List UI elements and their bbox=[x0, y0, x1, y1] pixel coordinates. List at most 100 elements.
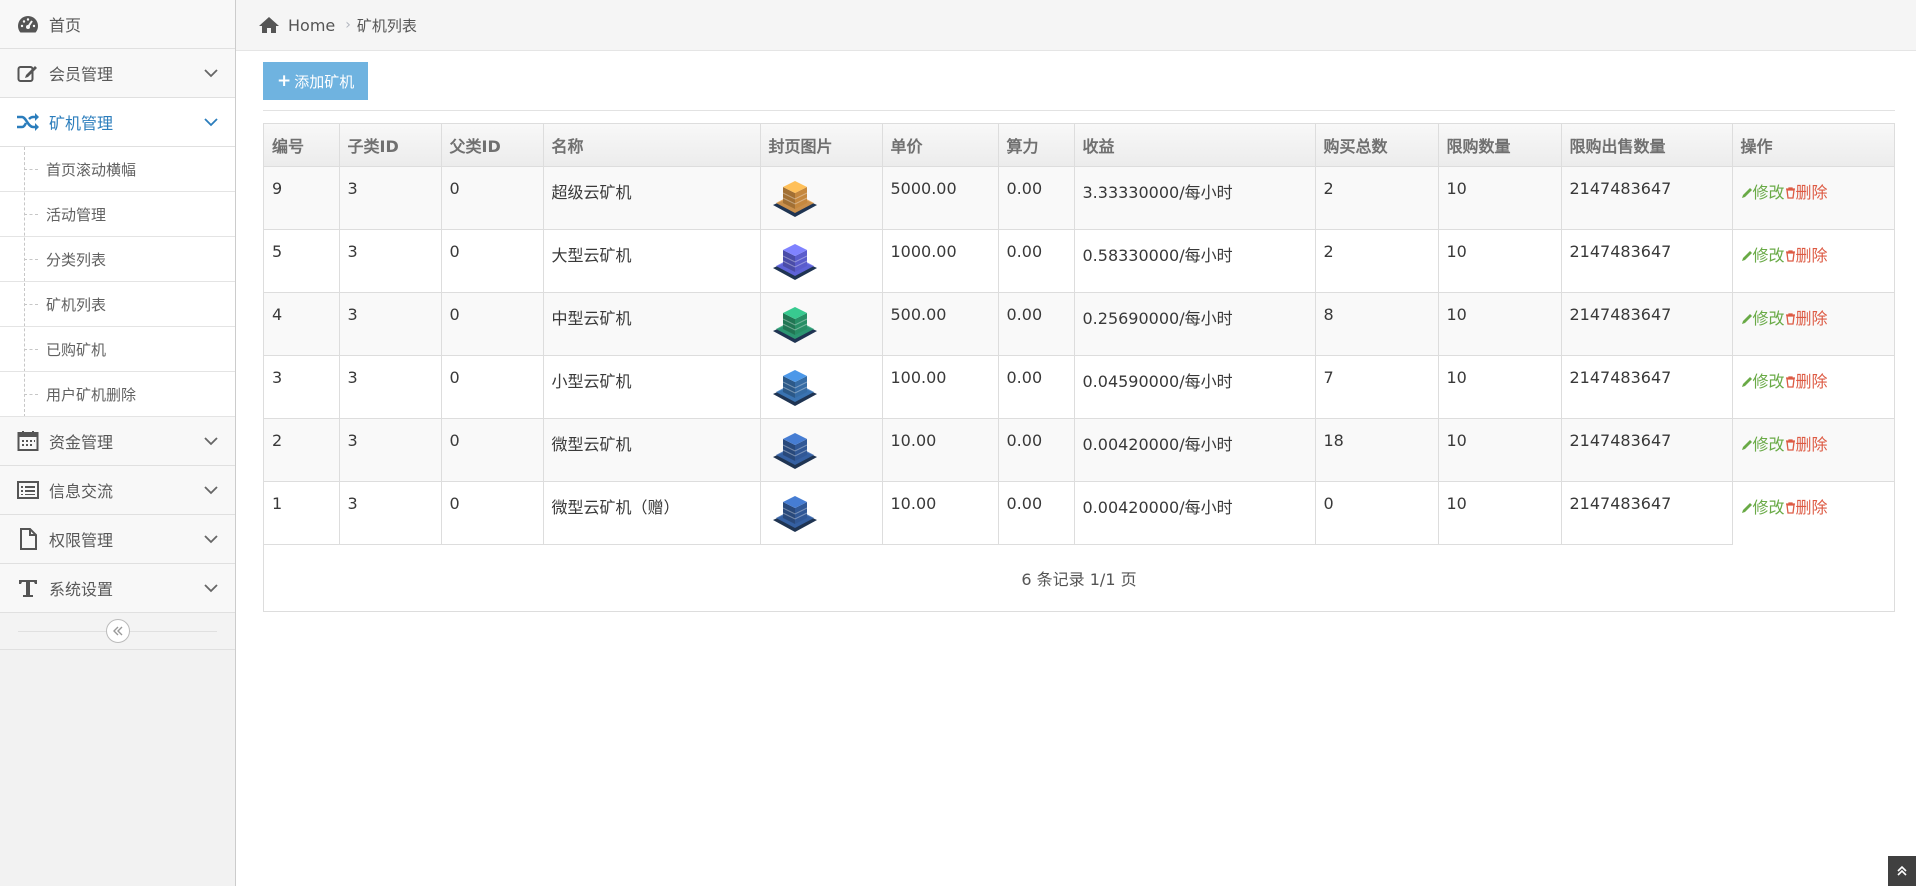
cell-price: 500.00 bbox=[881, 292, 999, 356]
column-header[interactable]: 子类ID bbox=[338, 124, 442, 167]
cell-limit-sale: 2147483647 bbox=[1560, 355, 1733, 419]
cell-limit-sale: 2147483647 bbox=[1560, 481, 1733, 545]
cell-parent-id: 0 bbox=[440, 292, 544, 356]
cell-id: 2 bbox=[264, 418, 340, 482]
edit-link[interactable]: 修改 bbox=[1741, 435, 1785, 454]
breadcrumb-separator: › bbox=[345, 17, 351, 33]
trash-icon bbox=[1785, 250, 1795, 262]
cell-limit: 10 bbox=[1437, 355, 1562, 419]
nav-label: 信息交流 bbox=[49, 482, 114, 501]
breadcrumb: Home › 矿机列表 bbox=[236, 0, 1916, 51]
cover-image-cell bbox=[759, 292, 883, 356]
cell-power: 0.00 bbox=[997, 355, 1075, 419]
cell-price: 1000.00 bbox=[881, 229, 999, 293]
plus-icon: + bbox=[277, 71, 292, 91]
edit-link[interactable]: 修改 bbox=[1741, 309, 1785, 328]
submenu-item-purchased[interactable]: 已购矿机 bbox=[0, 327, 235, 372]
column-header[interactable]: 封页图片 bbox=[759, 124, 883, 167]
collapse-sidebar-button[interactable] bbox=[106, 619, 130, 643]
cell-income: 3.33330000/每小时 bbox=[1073, 166, 1316, 230]
pencil-icon bbox=[1741, 251, 1752, 261]
edit-link[interactable]: 修改 bbox=[1741, 183, 1785, 202]
cell-name: 微型云矿机（赠） bbox=[542, 481, 761, 545]
submenu-item-miner-list[interactable]: 矿机列表 bbox=[0, 282, 235, 327]
trash-icon bbox=[1785, 313, 1795, 325]
chevron-down-icon bbox=[203, 65, 219, 81]
nav-item-funds[interactable]: 资金管理 bbox=[0, 417, 235, 466]
submenu-item-banner[interactable]: 首页滚动横幅 bbox=[0, 147, 235, 192]
calendar-icon bbox=[16, 429, 40, 453]
submenu-item-category[interactable]: 分类列表 bbox=[0, 237, 235, 282]
delete-link[interactable]: 删除 bbox=[1785, 246, 1828, 265]
row-actions: 修改 删除 bbox=[1731, 481, 1894, 545]
nav-item-settings[interactable]: 系统设置 bbox=[0, 564, 235, 613]
edit-link[interactable]: 修改 bbox=[1741, 246, 1785, 265]
cell-limit-sale: 2147483647 bbox=[1560, 418, 1733, 482]
cell-limit: 10 bbox=[1437, 229, 1562, 293]
column-header[interactable]: 限购数量 bbox=[1437, 124, 1562, 167]
scroll-to-top-button[interactable] bbox=[1888, 856, 1916, 886]
submenu-item-user-delete[interactable]: 用户矿机删除 bbox=[0, 372, 235, 417]
chevron-down-icon bbox=[203, 580, 219, 596]
chevron-down-icon bbox=[203, 482, 219, 498]
table-row: 9 3 0 超级云矿机 5000.00 0.00 3.33330000/每小时 2 10 2147… bbox=[264, 166, 1894, 230]
file-icon bbox=[16, 527, 40, 551]
delete-link[interactable]: 删除 bbox=[1785, 183, 1828, 202]
nav-label: 矿机管理 bbox=[49, 114, 114, 133]
column-header[interactable]: 名称 bbox=[542, 124, 761, 167]
column-header[interactable]: 单价 bbox=[881, 124, 999, 167]
miner-cover-image bbox=[772, 496, 817, 532]
cell-income: 0.00420000/每小时 bbox=[1073, 418, 1316, 482]
cell-id: 9 bbox=[264, 166, 340, 230]
breadcrumb-home-link[interactable]: Home bbox=[258, 16, 335, 35]
delete-label: 删除 bbox=[1795, 435, 1828, 454]
edit-link[interactable]: 修改 bbox=[1741, 372, 1785, 391]
delete-link[interactable]: 删除 bbox=[1785, 435, 1828, 454]
add-miner-button[interactable]: + 添加矿机 bbox=[263, 62, 369, 100]
column-header[interactable]: 编号 bbox=[264, 124, 340, 167]
edit-label: 修改 bbox=[1752, 435, 1785, 454]
delete-link[interactable]: 删除 bbox=[1785, 498, 1828, 517]
nav-label: 权限管理 bbox=[49, 531, 114, 550]
cell-parent-id: 0 bbox=[440, 229, 544, 293]
nav-item-permissions[interactable]: 权限管理 bbox=[0, 515, 235, 564]
column-header[interactable]: 限购出售数量 bbox=[1560, 124, 1733, 167]
cover-image-cell bbox=[759, 355, 883, 419]
cell-income: 0.04590000/每小时 bbox=[1073, 355, 1316, 419]
cover-image-cell bbox=[759, 166, 883, 230]
nav-item-members[interactable]: 会员管理 bbox=[0, 49, 235, 98]
cell-price: 100.00 bbox=[881, 355, 999, 419]
column-header[interactable]: 购买总数 bbox=[1314, 124, 1439, 167]
delete-link[interactable]: 删除 bbox=[1785, 309, 1828, 328]
column-header[interactable]: 收益 bbox=[1073, 124, 1316, 167]
nav-item-home[interactable]: 首页 bbox=[0, 0, 235, 49]
submenu-label: 已购矿机 bbox=[46, 340, 107, 359]
row-actions: 修改 删除 bbox=[1731, 229, 1894, 293]
submenu-label: 用户矿机删除 bbox=[46, 385, 137, 404]
submenu-item-activity[interactable]: 活动管理 bbox=[0, 192, 235, 237]
row-actions: 修改 删除 bbox=[1731, 166, 1894, 230]
cell-power: 0.00 bbox=[997, 292, 1075, 356]
submenu-label: 活动管理 bbox=[46, 205, 107, 224]
cell-name: 大型云矿机 bbox=[542, 229, 761, 293]
delete-label: 删除 bbox=[1795, 498, 1828, 517]
cell-price: 5000.00 bbox=[881, 166, 999, 230]
table-row: 5 3 0 大型云矿机 1000.00 0.00 0.58330000/每小时 2 10 2147… bbox=[264, 229, 1894, 293]
cell-total: 2 bbox=[1314, 229, 1439, 293]
cell-income: 0.00420000/每小时 bbox=[1073, 481, 1316, 545]
breadcrumb-home-label: Home bbox=[288, 15, 336, 35]
edit-link[interactable]: 修改 bbox=[1741, 498, 1785, 517]
nav-item-miners[interactable]: 矿机管理 bbox=[0, 98, 235, 147]
delete-link[interactable]: 删除 bbox=[1785, 372, 1828, 391]
submenu-miners: 首页滚动横幅 活动管理 分类列表 矿机列表 已购矿机 用户矿机删除 bbox=[0, 147, 235, 417]
cell-sub-id: 3 bbox=[338, 418, 442, 482]
column-header[interactable]: 算力 bbox=[997, 124, 1075, 167]
column-header[interactable]: 父类ID bbox=[440, 124, 544, 167]
nav-item-messages[interactable]: 信息交流 bbox=[0, 466, 235, 515]
miner-cover-image bbox=[772, 307, 817, 343]
row-actions: 修改 删除 bbox=[1731, 292, 1894, 356]
edit-label: 修改 bbox=[1752, 246, 1785, 265]
cell-power: 0.00 bbox=[997, 166, 1075, 230]
divider bbox=[263, 110, 1895, 111]
cell-limit: 10 bbox=[1437, 418, 1562, 482]
